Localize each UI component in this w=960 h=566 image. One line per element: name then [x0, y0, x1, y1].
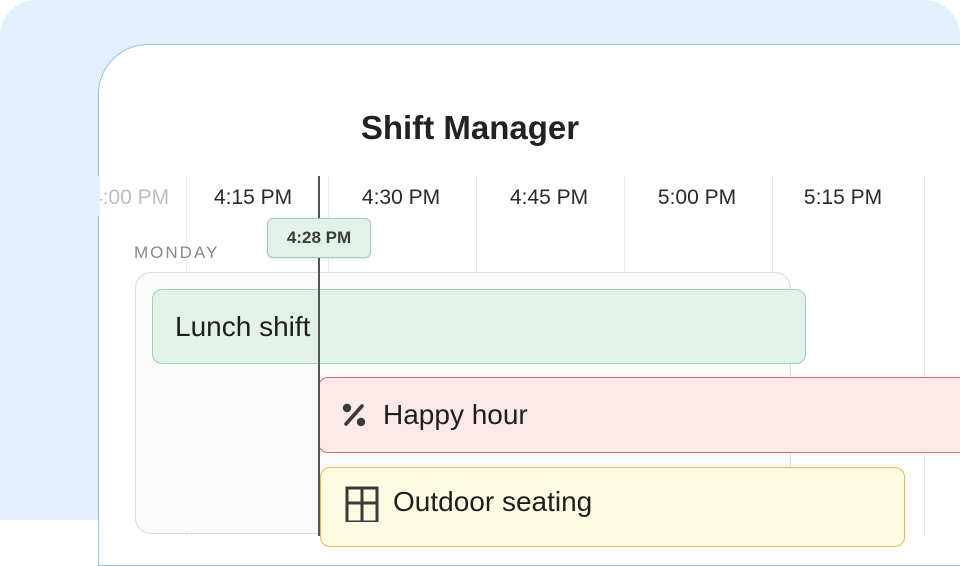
time-tick: 4:15 PM — [213, 186, 293, 209]
event-happy-hour[interactable]: Happy hour — [318, 377, 960, 453]
gridline — [924, 176, 925, 536]
app-title: Shift Manager — [360, 109, 580, 146]
event-label: Happy hour — [383, 399, 528, 430]
event-label: Outdoor seating — [393, 486, 593, 517]
time-tick: 5:15 PM — [803, 186, 883, 209]
event-label: Lunch shift — [175, 310, 311, 342]
clip-mask — [0, 176, 100, 216]
time-tick: 4:30 PM — [361, 186, 441, 209]
day-label: MONDAY — [134, 243, 220, 262]
grid-icon — [345, 486, 379, 522]
time-tick: 5:00 PM — [657, 186, 737, 209]
event-lunch-shift[interactable]: Lunch shift — [152, 289, 806, 364]
percent-icon — [339, 400, 369, 430]
time-tick: 4:45 PM — [509, 186, 589, 209]
current-time-badge: 4:28 PM — [267, 218, 371, 258]
event-outdoor-seating[interactable]: Outdoor seating — [320, 467, 905, 547]
